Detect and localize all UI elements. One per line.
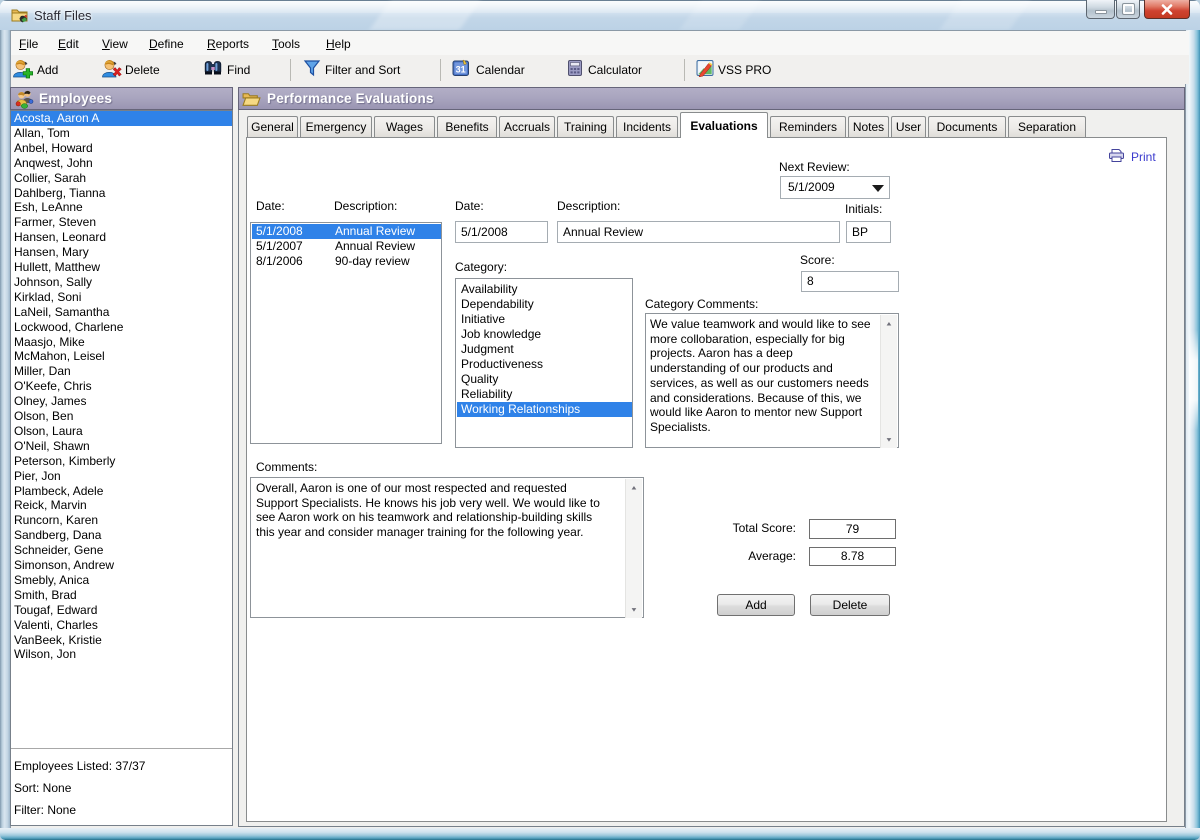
svg-text:31: 31 xyxy=(456,65,466,75)
